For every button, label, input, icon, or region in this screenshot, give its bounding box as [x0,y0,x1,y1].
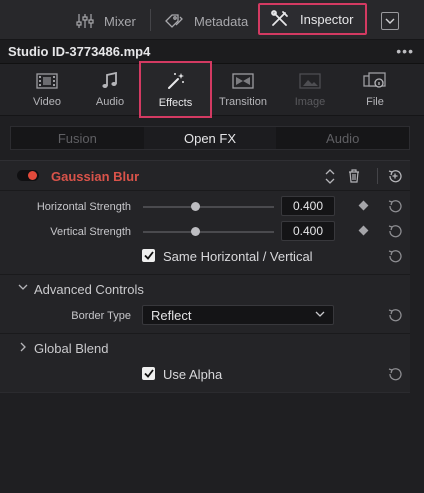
horizontal-strength-label: Horizontal Strength [36,201,131,213]
effect-title: Gaussian Blur [51,169,140,184]
border-type-select[interactable]: Reflect [142,305,334,325]
film-icon [36,73,58,89]
gaussian-blur-panel: Gaussian Blur Horizontal Strength 0.400 … [0,160,410,392]
file-info-icon [363,72,386,88]
tab-image[interactable]: Image [276,64,344,116]
magic-wand-icon [167,73,184,89]
chevron-right-icon [20,342,26,352]
horizontal-reset-icon[interactable] [388,199,402,213]
subtab-audio[interactable]: Audio [276,127,409,149]
tab-transition[interactable]: Transition [209,64,277,116]
same-hv-checkbox[interactable] [142,249,155,262]
tab-effects-label: Effects [158,97,193,109]
use-alpha-checkbox[interactable] [142,367,155,380]
same-hv-reset-icon[interactable] [388,249,402,263]
subtab-fusion[interactable]: Fusion [11,127,144,149]
advanced-controls-label: Advanced Controls [34,282,144,297]
border-type-label: Border Type [71,310,131,322]
tab-effects[interactable]: Effects [139,61,212,118]
panel-scroll-gutter [410,160,424,493]
image-icon [299,73,321,89]
mixer-button[interactable]: Mixer [76,8,136,34]
empty-inspector-area [0,392,410,493]
tab-transition-label: Transition [219,96,267,108]
vertical-strength-slider-knob[interactable] [191,227,201,236]
metadata-button[interactable]: Metadata [164,8,248,34]
horizontal-strength-value[interactable]: 0.400 [281,196,335,216]
global-blend-section[interactable]: Global Blend [0,333,410,361]
reorder-arrows-icon[interactable] [325,169,335,184]
header-divider [377,168,378,184]
horizontal-strength-slider[interactable] [143,206,274,208]
vertical-strength-label: Vertical Strength [50,226,131,238]
horizontal-keyframe-icon[interactable] [358,200,369,211]
inspector-tools-icon [271,10,288,26]
transition-icon [232,73,254,89]
toolbar-divider [150,9,151,31]
effect-header: Gaussian Blur [0,161,410,191]
metadata-tag-icon [165,14,183,28]
trash-icon[interactable] [348,169,360,183]
tab-audio-label: Audio [95,96,125,108]
advanced-controls-section[interactable]: Advanced Controls [0,274,410,302]
tab-video-label: Video [33,96,61,108]
tab-video[interactable]: Video [13,64,81,116]
vertical-keyframe-icon[interactable] [358,225,369,236]
global-blend-label: Global Blend [34,341,109,356]
mixer-icon [76,14,94,28]
use-alpha-reset-icon[interactable] [388,367,402,381]
border-type-value: Reflect [151,308,192,323]
inspector-button[interactable]: Inspector [258,3,368,35]
clip-title-bar: Studio ID-3773486.mp4 ••• [0,40,424,64]
expand-panel-button[interactable] [381,12,399,30]
tab-image-label: Image [294,96,326,108]
border-type-reset-icon[interactable] [388,308,402,322]
checkmark-icon [143,251,154,260]
tab-file-label: File [366,96,384,108]
music-note-icon [102,72,117,88]
effects-subtabs: Fusion Open FX Audio [10,126,410,150]
chevron-down-icon [315,311,325,317]
metadata-label: Metadata [194,13,249,29]
vertical-reset-icon[interactable] [388,224,402,238]
tab-file[interactable]: File [341,64,409,116]
subtab-open-fx[interactable]: Open FX [143,127,277,149]
horizontal-strength-slider-knob[interactable] [191,202,201,211]
clip-filename: Studio ID-3773486.mp4 [8,44,151,59]
more-options-button[interactable]: ••• [396,43,414,59]
vertical-strength-slider[interactable] [143,231,274,233]
use-alpha-label: Use Alpha [163,367,223,382]
inspector-label: Inspector [300,11,354,27]
checkmark-icon [143,369,154,378]
inspector-category-tabs: Video Audio Effects Transition Image Fil… [0,61,424,118]
chevron-down-icon [385,18,395,24]
top-toolbar: Mixer Metadata Inspector [0,0,424,40]
tab-audio[interactable]: Audio [76,64,144,116]
mixer-label: Mixer [104,13,136,29]
same-hv-label: Same Horizontal / Vertical [163,249,313,264]
toggle-dot [28,171,37,180]
reset-all-icon[interactable] [388,169,402,183]
chevron-down-icon [18,284,28,290]
vertical-strength-value[interactable]: 0.400 [281,221,335,241]
effect-enable-toggle[interactable] [17,170,39,181]
